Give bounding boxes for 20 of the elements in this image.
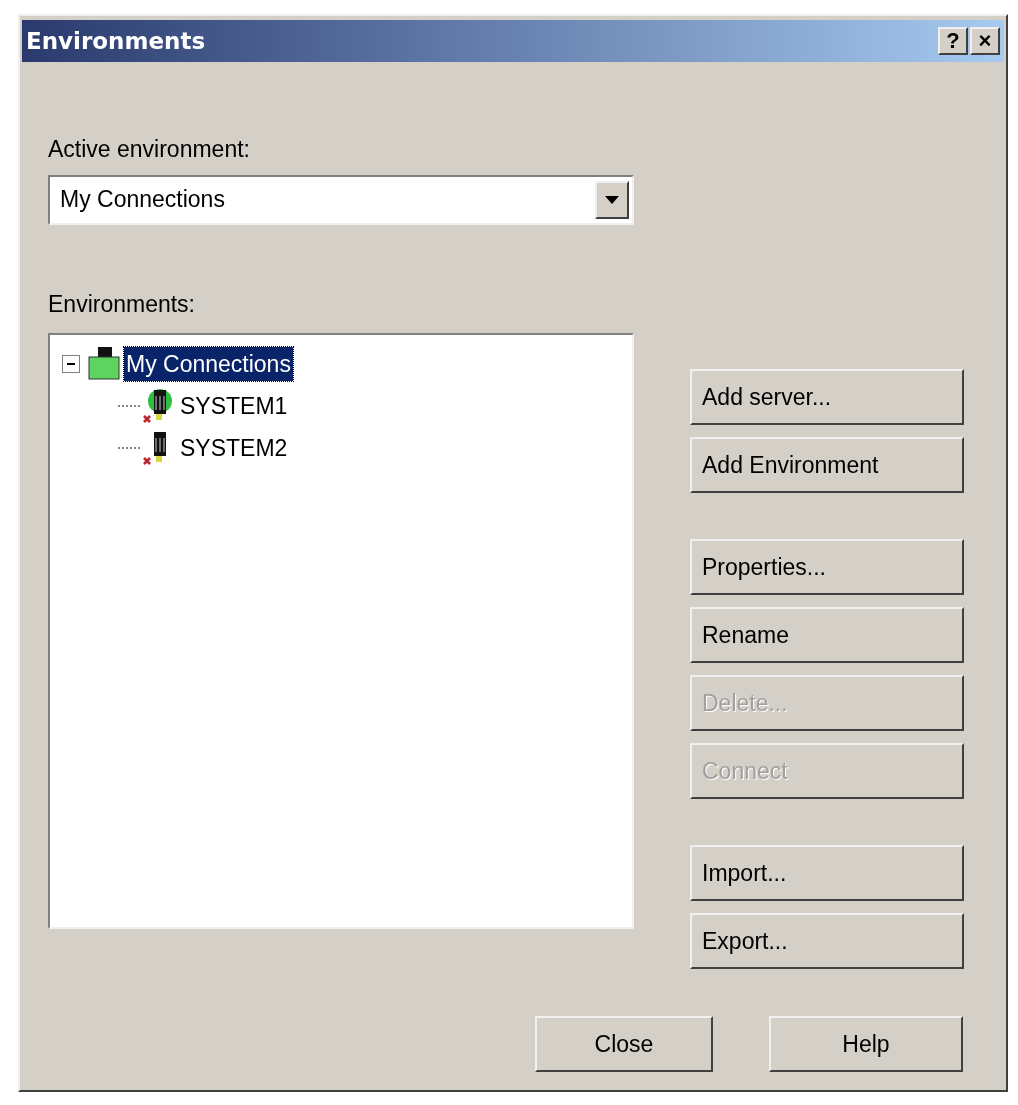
tree-item[interactable]: My Connections	[124, 346, 293, 382]
dialog-button[interactable]: Add Environment	[690, 437, 964, 493]
server-globe-icon	[142, 388, 174, 424]
dialog-button[interactable]: Close	[535, 1016, 713, 1072]
dialog-button[interactable]: Properties...	[690, 539, 964, 595]
dialog-button[interactable]: Export...	[690, 913, 964, 969]
environment-dropdown[interactable]: My Connections	[48, 174, 634, 225]
folder-server-icon	[88, 347, 120, 381]
tree-item[interactable]: SYSTEM2	[178, 430, 290, 466]
dialog-button[interactable]: Add server...	[690, 369, 964, 425]
field-label: Active environment:	[48, 135, 251, 164]
field-label: Environments:	[48, 289, 196, 319]
help-button[interactable]: ?	[938, 27, 968, 55]
tree-item[interactable]: SYSTEM1	[178, 388, 290, 424]
dialog-button[interactable]: Import...	[690, 845, 964, 901]
dialog-button[interactable]: Rename	[690, 607, 964, 663]
collapse-toggle-icon[interactable]	[62, 355, 80, 373]
close-button[interactable]: ×	[970, 27, 1000, 55]
dialog-button[interactable]: Help	[769, 1016, 963, 1072]
window-title: Environments	[26, 26, 206, 56]
